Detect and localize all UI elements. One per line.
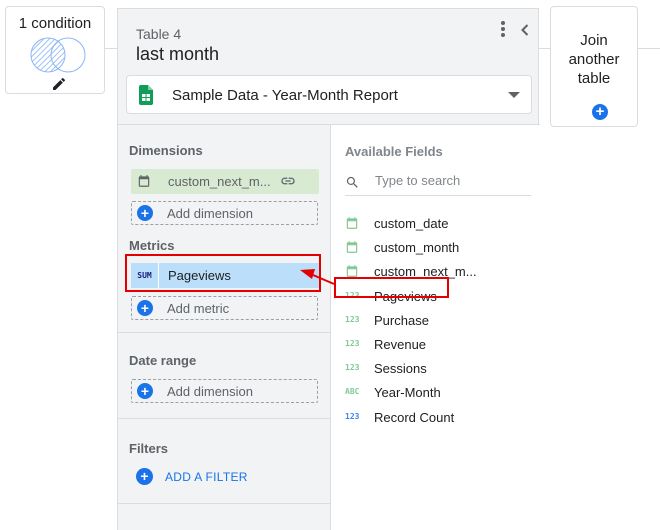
available-field-item[interactable]: custom_month bbox=[345, 237, 535, 259]
add-circle-icon: + bbox=[137, 300, 153, 316]
available-field-label: custom_month bbox=[374, 240, 460, 256]
join-connector-far-right bbox=[638, 48, 660, 49]
calendar-icon bbox=[345, 240, 359, 259]
join-another-table-card[interactable]: Join another table + bbox=[550, 6, 638, 127]
available-field-item[interactable]: 123 Record Count bbox=[345, 407, 535, 429]
number-type-icon: 123 bbox=[345, 411, 360, 421]
more-vert-icon[interactable] bbox=[497, 20, 509, 40]
search-icon bbox=[346, 176, 358, 188]
chevron-left-icon[interactable] bbox=[517, 22, 533, 38]
available-field-item[interactable]: 123 Revenue bbox=[345, 334, 535, 356]
table-fields-column: Dimensions custom_next_m... + Add dimens… bbox=[118, 124, 330, 530]
metrics-header: Metrics bbox=[129, 238, 175, 253]
add-filter-icon[interactable]: + bbox=[136, 468, 153, 485]
data-source-select[interactable]: Sample Data - Year-Month Report bbox=[126, 75, 532, 114]
date-range-header: Date range bbox=[129, 353, 197, 368]
available-field-label: Sessions bbox=[374, 361, 427, 377]
dimension-chip[interactable]: custom_next_m... bbox=[131, 169, 319, 194]
add-circle-icon: + bbox=[137, 205, 153, 221]
add-date-range-button[interactable]: + Add dimension bbox=[131, 379, 318, 403]
dropdown-arrow-icon[interactable] bbox=[508, 92, 520, 98]
available-field-item[interactable]: ABC Year-Month bbox=[345, 382, 535, 404]
table-title[interactable]: last month bbox=[136, 44, 219, 65]
highlight-box-field bbox=[334, 277, 449, 298]
highlight-box-metric bbox=[125, 254, 321, 292]
add-dimension-button[interactable]: + Add dimension bbox=[131, 201, 318, 225]
calendar-icon bbox=[138, 175, 150, 187]
available-field-label: Record Count bbox=[374, 409, 455, 425]
filters-header: Filters bbox=[129, 441, 169, 456]
add-circle-icon: + bbox=[137, 383, 153, 399]
sheets-icon bbox=[139, 85, 153, 105]
add-dimension-label: Add dimension bbox=[167, 206, 253, 221]
text-type-icon: ABC bbox=[345, 387, 360, 397]
dimension-chip-label: custom_next_m... bbox=[168, 174, 271, 189]
number-type-icon: 123 bbox=[345, 339, 360, 348]
join-connector-left bbox=[105, 48, 117, 49]
available-field-label: Purchase bbox=[374, 312, 429, 328]
add-metric-button[interactable]: + Add metric bbox=[131, 296, 318, 320]
venn-diagram-icon bbox=[30, 37, 86, 73]
condition-label: 1 condition bbox=[18, 15, 92, 32]
plus-circle-icon[interactable]: + bbox=[592, 104, 608, 120]
pencil-icon[interactable] bbox=[51, 76, 67, 92]
data-source-name: Sample Data - Year-Month Report bbox=[172, 87, 398, 104]
number-type-icon: 123 bbox=[345, 363, 360, 373]
available-field-item[interactable]: custom_date bbox=[345, 213, 535, 235]
available-field-label: Revenue bbox=[374, 337, 427, 352]
divider bbox=[118, 503, 330, 504]
divider bbox=[118, 332, 330, 333]
available-field-item[interactable]: 123 Purchase bbox=[345, 310, 535, 332]
calendar-icon bbox=[345, 216, 359, 235]
available-field-label: custom_date bbox=[374, 216, 449, 231]
available-fields-column: Available Fields custom_date custom_month… bbox=[330, 124, 540, 530]
number-type-icon: 123 bbox=[345, 314, 360, 324]
join-condition-card[interactable]: 1 condition bbox=[5, 6, 105, 94]
add-date-range-label: Add dimension bbox=[167, 384, 253, 399]
add-filter-button[interactable]: ADD A FILTER bbox=[165, 470, 248, 484]
available-field-item[interactable]: 123 Sessions bbox=[345, 358, 535, 380]
join-card-label: Join another table bbox=[568, 32, 620, 87]
table-name: Table 4 bbox=[136, 26, 182, 42]
search-input[interactable] bbox=[375, 173, 525, 188]
field-search bbox=[345, 169, 531, 196]
available-field-label: Year-Month bbox=[374, 385, 441, 401]
link-icon[interactable] bbox=[280, 175, 296, 187]
join-connector-right bbox=[539, 48, 550, 49]
add-metric-label: Add metric bbox=[167, 301, 230, 316]
available-fields-header: Available Fields bbox=[345, 144, 443, 159]
divider bbox=[118, 418, 330, 419]
dimensions-header: Dimensions bbox=[129, 143, 203, 158]
